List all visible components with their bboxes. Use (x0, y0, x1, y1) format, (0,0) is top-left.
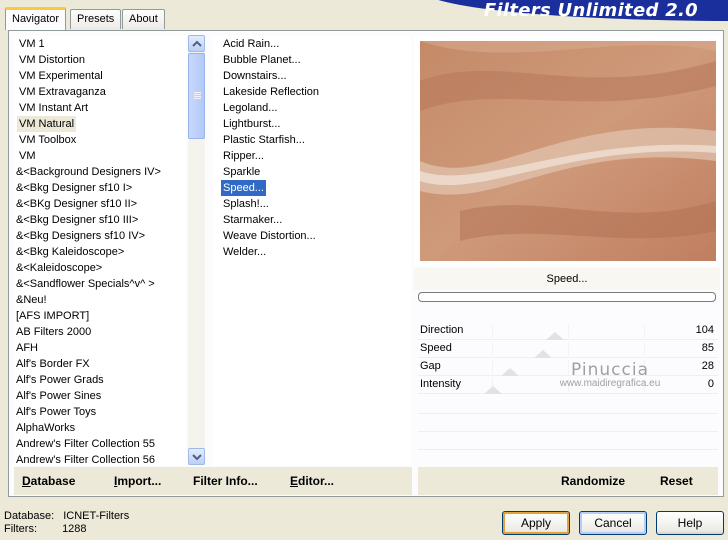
parameter-row-speed[interactable]: Speed 85 (418, 340, 718, 358)
category-scrollbar[interactable] (188, 35, 205, 465)
filters-label: Filters: (4, 523, 37, 535)
cancel-button[interactable]: Cancel (579, 511, 647, 535)
current-filter-name: Speed... (414, 268, 720, 290)
scroll-thumb[interactable] (188, 53, 205, 139)
filter-info-button[interactable]: Filter Info... (193, 474, 258, 488)
category-item[interactable]: VM 1 (17, 36, 47, 52)
scroll-up-button[interactable] (188, 35, 205, 52)
filter-item[interactable]: Plastic Starfish... (221, 132, 307, 148)
filter-item[interactable]: Starmaker... (221, 212, 284, 228)
category-item[interactable]: &<Bkg Designer sf10 III> (14, 212, 140, 228)
filter-list[interactable]: Acid Rain... Bubble Planet... Downstairs..… (213, 36, 411, 466)
parameter-name: Gap (420, 360, 441, 372)
category-item[interactable]: Andrew's Filter Collection 56 (14, 452, 157, 466)
reset-button[interactable]: Reset (660, 474, 693, 488)
preview-image (420, 41, 716, 261)
category-item[interactable]: Alf's Border FX (14, 356, 92, 372)
parameter-row-intensity[interactable]: Intensity 0 (418, 376, 718, 394)
category-item[interactable]: &<Kaleidoscope> (14, 260, 104, 276)
parameter-value: 0 (707, 378, 714, 390)
slider-thumb[interactable] (500, 368, 519, 376)
parameter-row-direction[interactable]: Direction 104 (418, 322, 718, 340)
filter-item[interactable]: Sparkle (221, 164, 262, 180)
parameter-row-gap[interactable]: Gap 28 (418, 358, 718, 376)
category-item[interactable]: Alf's Power Sines (14, 388, 103, 404)
filter-item[interactable]: Speed... (221, 180, 266, 196)
navigator-toolbar: Database Import... Filter Info... Editor… (14, 467, 412, 495)
parameter-name: Speed (420, 342, 452, 354)
category-item[interactable]: &<Sandflower Specials^v^ > (14, 276, 157, 292)
parameter-value: 28 (701, 360, 714, 372)
filter-item[interactable]: Legoland... (221, 100, 279, 116)
category-item[interactable]: &<Bkg Designer sf10 I> (14, 180, 134, 196)
randomize-button[interactable]: Randomize (561, 474, 625, 488)
database-label: Database: (4, 510, 55, 522)
parameter-name: Intensity (420, 378, 461, 390)
filter-item[interactable]: Bubble Planet... (221, 52, 303, 68)
database-button[interactable]: Database (22, 474, 75, 488)
parameter-name: Direction (420, 324, 464, 336)
filter-item[interactable]: Downstairs... (221, 68, 289, 84)
chevron-down-icon (192, 454, 202, 461)
category-item[interactable]: &Neu! (14, 292, 49, 308)
status-area: Database: ICNET-Filters Filters: 1288 (4, 510, 129, 536)
tab-about[interactable]: About (122, 9, 165, 29)
filter-item[interactable]: Ripper... (221, 148, 266, 164)
category-item[interactable]: VM Instant Art (17, 100, 90, 116)
filters-count: 1288 (62, 523, 87, 535)
banner-title: Filters Unlimited 2.0 (483, 0, 698, 21)
progress-bar (418, 292, 716, 302)
parameter-value: 104 (695, 324, 714, 336)
category-item[interactable]: AlphaWorks (14, 420, 77, 436)
category-item[interactable]: &<BKg Designer sf10 II> (14, 196, 139, 212)
category-item[interactable]: &<Bkg Kaleidoscope> (14, 244, 126, 260)
scroll-down-button[interactable] (188, 448, 205, 465)
category-item[interactable]: Andrew's Filter Collection 55 (14, 436, 157, 452)
filter-item[interactable]: Acid Rain... (221, 36, 281, 52)
category-item[interactable]: Alf's Power Grads (14, 372, 106, 388)
category-item[interactable]: AB Filters 2000 (14, 324, 93, 340)
category-item[interactable]: &<Background Designers IV> (14, 164, 163, 180)
database-value: ICNET-Filters (63, 510, 130, 522)
category-item[interactable]: VM Toolbox (17, 132, 78, 148)
category-item[interactable]: &<Bkg Designers sf10 IV> (14, 228, 147, 244)
help-button[interactable]: Help (656, 511, 724, 535)
editor-button[interactable]: Editor... (290, 474, 334, 488)
filter-item[interactable]: Splash!... (221, 196, 271, 212)
category-item[interactable]: VM Experimental (17, 68, 105, 84)
apply-button[interactable]: Apply (502, 511, 570, 535)
slider-thumb[interactable] (533, 350, 552, 358)
import-button[interactable]: Import... (114, 474, 161, 488)
category-item[interactable]: AFH (14, 340, 40, 356)
category-item[interactable]: Alf's Power Toys (14, 404, 98, 420)
chevron-up-icon (192, 40, 202, 47)
filter-item[interactable]: Weave Distortion... (221, 228, 318, 244)
category-item[interactable]: [AFS IMPORT] (14, 308, 91, 324)
preview-toolbar: Randomize Reset (418, 467, 718, 495)
app-banner: Filters Unlimited 2.0 (423, 0, 728, 21)
filter-item[interactable]: Lightburst... (221, 116, 282, 132)
category-list[interactable]: VM 1 VM Distortion VM Experimental VM Extra… (14, 36, 186, 466)
parameter-value: 85 (701, 342, 714, 354)
tab-navigator[interactable]: Navigator (5, 7, 67, 30)
slider-thumb[interactable] (484, 386, 502, 394)
filter-item[interactable]: Lakeside Reflection (221, 84, 321, 100)
filter-item[interactable]: Welder... (221, 244, 268, 260)
slider-thumb[interactable] (545, 332, 564, 340)
category-item[interactable]: VM Extravaganza (17, 84, 108, 100)
category-item[interactable]: VM Distortion (17, 52, 87, 68)
category-item[interactable]: VM (17, 148, 38, 164)
category-item[interactable]: VM Natural (17, 116, 77, 132)
tab-presets[interactable]: Presets (70, 9, 122, 29)
